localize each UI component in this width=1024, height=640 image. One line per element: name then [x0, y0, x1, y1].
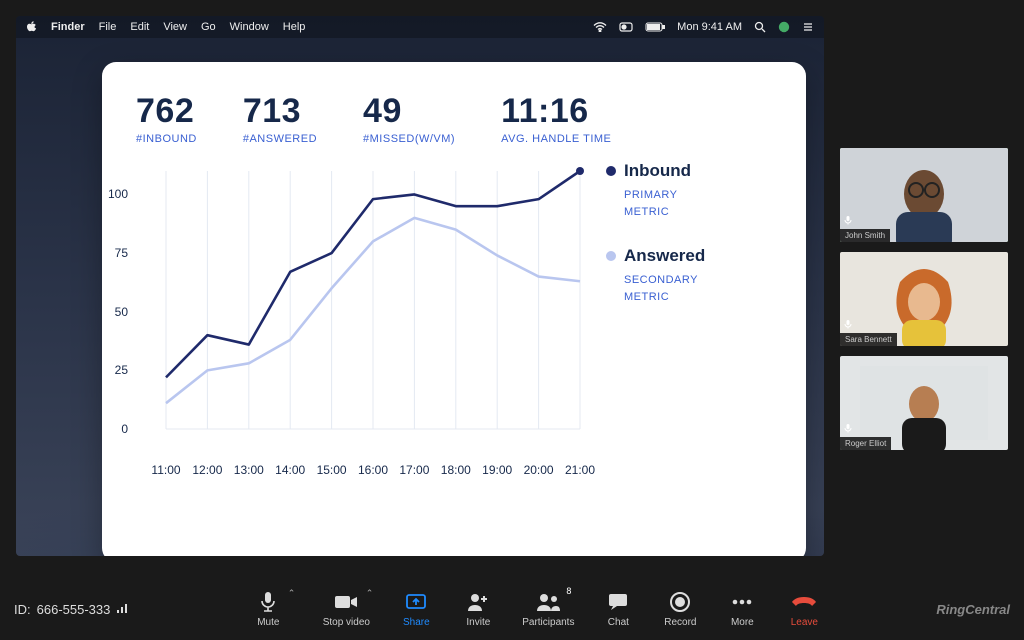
chevron-up-icon[interactable]: ⌃	[288, 588, 296, 599]
mic-icon	[843, 212, 853, 230]
button-label: Share	[403, 617, 430, 628]
more-icon	[731, 590, 753, 614]
button-label: Leave	[791, 617, 818, 628]
share-button[interactable]: Share	[391, 590, 441, 628]
stat-label: #INBOUND	[136, 133, 197, 145]
meeting-toolbar: ID: 666-555-333 ⌃ Mute ⌃ Stop video Shar…	[0, 578, 1024, 640]
meeting-id-value: 666-555-333	[37, 602, 111, 617]
avatar	[840, 356, 1008, 450]
participant-tile[interactable]: Sara Bennett	[840, 252, 1008, 346]
add-user-icon	[467, 590, 489, 614]
button-label: Record	[664, 617, 696, 628]
stat-handle-time: 11:16 AVG. HANDLE TIME	[501, 92, 611, 145]
mute-button[interactable]: ⌃ Mute	[235, 590, 301, 628]
share-screen-icon	[405, 590, 427, 614]
participants-strip: John Smith Sara Bennett Roger Elliot	[840, 148, 1008, 450]
chat-button[interactable]: Chat	[593, 590, 643, 628]
spotlight-icon[interactable]	[754, 21, 766, 33]
stat-missed: 49 #MISSED(W/VM)	[363, 92, 455, 145]
mac-app-name[interactable]: Finder	[51, 21, 85, 33]
stat-label: #MISSED(W/VM)	[363, 133, 455, 145]
participants-button[interactable]: 8 Participants	[515, 590, 581, 628]
button-label: Chat	[608, 617, 629, 628]
video-icon	[334, 590, 358, 614]
stat-value: 713	[243, 92, 317, 131]
toolbar-controls: ⌃ Mute ⌃ Stop video Share Invite 8 Parti…	[235, 590, 829, 628]
participant-tile[interactable]: John Smith	[840, 148, 1008, 242]
dashboard-card: 762 #INBOUND 713 #ANSWERED 49 #MISSED(W/…	[102, 62, 806, 556]
siri-icon[interactable]	[778, 21, 790, 33]
mac-menu-edit[interactable]: Edit	[130, 21, 149, 33]
apple-icon	[26, 21, 37, 33]
stat-value: 49	[363, 92, 455, 131]
invite-button[interactable]: Invite	[453, 590, 503, 628]
participants-count: 8	[566, 586, 571, 596]
hangup-icon	[791, 590, 817, 614]
legend-name: Answered	[624, 246, 705, 265]
legend-dot-icon	[606, 251, 616, 261]
avatar	[840, 148, 1008, 242]
shared-screen: Finder File Edit View Go Window Help Mon…	[16, 16, 824, 556]
mac-menu-view[interactable]: View	[163, 21, 187, 33]
button-label: Invite	[466, 617, 490, 628]
line-chart: 025507510011:0012:0013:0014:0015:0016:00…	[136, 155, 586, 455]
video-meeting-window: Finder File Edit View Go Window Help Mon…	[0, 0, 1024, 640]
stats-row: 762 #INBOUND 713 #ANSWERED 49 #MISSED(W/…	[136, 92, 772, 145]
mac-clock[interactable]: Mon 9:41 AM	[677, 21, 742, 33]
button-label: More	[731, 617, 754, 628]
mic-icon	[843, 316, 853, 334]
microphone-icon	[258, 590, 278, 614]
button-label: Participants	[522, 617, 574, 628]
participants-icon	[535, 590, 561, 614]
participant-name: Roger Elliot	[840, 437, 891, 450]
legend-item-answered: Answered SECONDARYMETRIC	[606, 246, 705, 305]
legend-name: Inbound	[624, 161, 691, 180]
mac-menu-file[interactable]: File	[99, 21, 117, 33]
mic-icon	[843, 420, 853, 438]
mac-menu-help[interactable]: Help	[283, 21, 306, 33]
legend-dot-icon	[606, 166, 616, 176]
button-label: Stop video	[323, 617, 370, 628]
chevron-up-icon[interactable]: ⌃	[366, 588, 374, 599]
more-button[interactable]: More	[717, 590, 767, 628]
leave-button[interactable]: Leave	[779, 590, 829, 628]
participant-tile[interactable]: Roger Elliot	[840, 356, 1008, 450]
control-center-icon[interactable]	[619, 22, 633, 32]
meeting-id-label: ID:	[14, 602, 31, 617]
record-icon	[669, 590, 691, 614]
mac-menubar: Finder File Edit View Go Window Help Mon…	[16, 16, 824, 38]
brand-logo: RingCentral	[936, 602, 1010, 617]
mac-menu-window[interactable]: Window	[230, 21, 269, 33]
stat-label: AVG. HANDLE TIME	[501, 133, 611, 145]
participant-name: Sara Bennett	[840, 333, 897, 346]
chat-icon	[607, 590, 629, 614]
meeting-id[interactable]: ID: 666-555-333	[14, 602, 128, 617]
stat-value: 762	[136, 92, 197, 131]
wifi-icon[interactable]	[593, 22, 607, 32]
participant-name: John Smith	[840, 229, 890, 242]
notifications-icon[interactable]	[802, 22, 814, 32]
signal-icon	[116, 602, 128, 617]
battery-icon[interactable]	[645, 22, 665, 32]
button-label: Mute	[257, 617, 279, 628]
mac-menu-go[interactable]: Go	[201, 21, 216, 33]
stat-inbound: 762 #INBOUND	[136, 92, 197, 145]
stop-video-button[interactable]: ⌃ Stop video	[313, 590, 379, 628]
legend-item-inbound: Inbound PRIMARYMETRIC	[606, 161, 705, 220]
stat-answered: 713 #ANSWERED	[243, 92, 317, 145]
record-button[interactable]: Record	[655, 590, 705, 628]
chart-legend: Inbound PRIMARYMETRIC Answered SECONDARY…	[606, 155, 705, 455]
avatar	[840, 252, 1008, 346]
stat-value: 11:16	[501, 92, 611, 131]
stat-label: #ANSWERED	[243, 133, 317, 145]
